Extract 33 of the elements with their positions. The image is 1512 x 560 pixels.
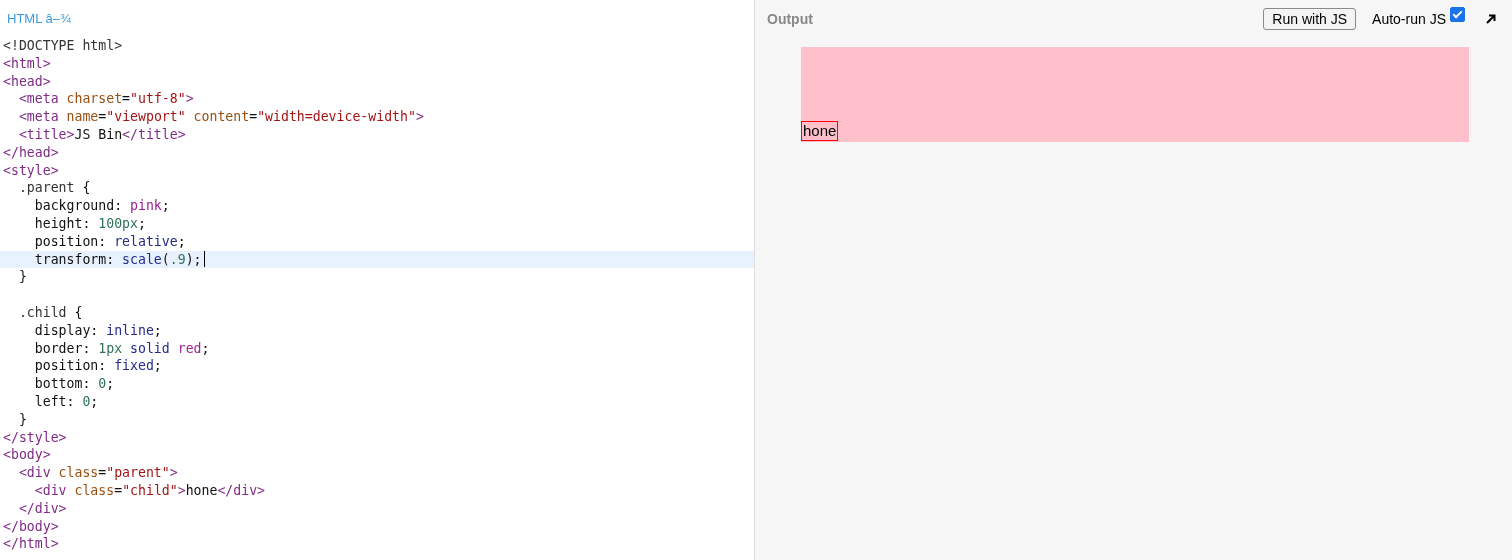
code-line: </style>: [2, 428, 68, 447]
code-line: }: [17, 268, 28, 287]
code-line: <body>: [2, 446, 52, 465]
code-line: <html>: [2, 54, 52, 73]
code-line: position: relative;: [33, 232, 187, 251]
code-line: background: pink;: [33, 197, 171, 215]
code-line: </div>: [17, 499, 68, 518]
code-line: border: 1px solid red;: [33, 339, 211, 358]
code-line: bottom: 0;: [33, 375, 116, 393]
code-line: .child {: [17, 303, 84, 322]
code-line: <!DOCTYPE html>: [2, 37, 124, 55]
code-line: display: inline;: [33, 321, 163, 340]
code-line: <style>: [2, 161, 60, 180]
code-line: height: 100px;: [33, 214, 147, 233]
code-line: .parent {: [17, 179, 92, 198]
code-line: </head>: [2, 143, 60, 162]
code-line: <meta name="viewport" content="width=device-width">: [17, 108, 425, 126]
code-line: <meta charset="utf-8">: [17, 90, 195, 109]
code-line: </body>: [2, 517, 60, 536]
run-button[interactable]: Run with JS: [1263, 7, 1357, 30]
code-line: position: fixed;: [33, 357, 163, 376]
code-line: }: [17, 410, 28, 429]
code-line: </html>: [2, 535, 60, 554]
autorun-checkbox[interactable]: [1450, 7, 1465, 22]
arrow-icon[interactable]: [1485, 12, 1497, 25]
output-panel-label: Output: [767, 10, 813, 27]
code-line: <title>JS Bin</title>: [17, 126, 187, 144]
bordered-text: hone: [801, 121, 839, 141]
code-line: <div class="child">hone</div>: [33, 481, 267, 500]
autorun-label: Auto-run JS: [1372, 10, 1446, 27]
code-line: <div class="parent">: [17, 464, 179, 482]
code-line: <head>: [2, 72, 52, 91]
code-line: left: 0;: [33, 392, 100, 411]
